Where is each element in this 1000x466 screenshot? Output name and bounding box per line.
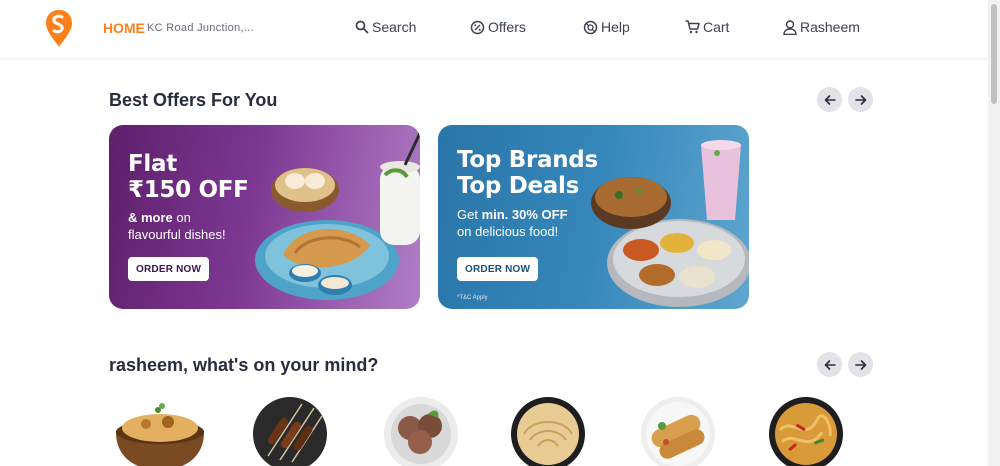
terms-note: *T&C Apply	[457, 295, 488, 301]
mind-item-ice-cream[interactable]	[372, 396, 468, 466]
offer-2-line1: Top Brands	[457, 147, 598, 173]
nav-offers[interactable]: Offers	[470, 19, 526, 35]
nav-search-label: Search	[372, 19, 417, 35]
offers-prev-button[interactable]	[817, 87, 842, 112]
paratha-platter-image	[255, 132, 420, 300]
offers-section-title: Best Offers For You	[109, 90, 278, 110]
offer-card-top-brands[interactable]: Top Brands Top Deals Get min. 30% OFF on…	[438, 125, 749, 309]
offer-card-flat-150[interactable]: Flat ₹150 OFF & more on flavourful dishe…	[109, 125, 420, 309]
offer-1-subtitle-line2: flavourful dishes!	[128, 227, 226, 242]
paratha-icon	[511, 397, 585, 466]
offer-1-subtitle: & more on	[128, 210, 191, 225]
nav-offers-label: Offers	[488, 19, 526, 35]
nav-user-label: Rasheem	[800, 19, 860, 35]
nav-user[interactable]: Rasheem	[783, 19, 860, 35]
mind-item-paratha[interactable]	[500, 396, 596, 466]
mind-prev-button[interactable]	[817, 352, 842, 377]
nav-help-label: Help	[601, 19, 630, 35]
arrow-left-icon	[824, 359, 836, 370]
nav-search[interactable]: Search	[355, 19, 416, 35]
mind-item-biryani[interactable]	[112, 396, 208, 466]
top-header: HOME KC Road Junction,... Search Offers …	[0, 0, 988, 58]
offer-2-subtitle: Get min. 30% OFF	[457, 207, 568, 222]
mind-item-roll[interactable]	[630, 396, 726, 466]
offers-icon	[470, 20, 485, 34]
offer-1-order-now-button[interactable]: ORDER NOW	[128, 257, 210, 281]
location-address[interactable]: KC Road Junction,...	[147, 22, 254, 34]
kebab-icon	[253, 397, 327, 466]
offer-1-line2: ₹150 OFF	[128, 177, 249, 203]
nav-cart[interactable]: Cart	[685, 19, 729, 35]
scrollbar-thumb[interactable]	[991, 4, 997, 104]
swiggy-logo-icon[interactable]	[46, 10, 72, 47]
home-label[interactable]: HOME	[103, 20, 145, 36]
offer-1-line1: Flat	[128, 151, 177, 177]
ice-cream-icon	[384, 397, 458, 466]
cart-icon	[685, 20, 700, 34]
arrow-left-icon	[824, 94, 836, 105]
user-icon	[783, 19, 797, 35]
arrow-right-icon	[854, 94, 866, 105]
page-scrollbar[interactable]	[988, 0, 1000, 466]
roll-icon	[641, 397, 715, 466]
mind-item-noodles[interactable]	[758, 396, 854, 466]
offer-2-subtitle-line2: on delicious food!	[457, 224, 559, 239]
mind-item-kebab[interactable]	[240, 396, 336, 466]
offer-2-line2: Top Deals	[457, 173, 579, 199]
noodles-icon	[769, 397, 843, 466]
nav-help[interactable]: Help	[583, 19, 630, 35]
offer-2-order-now-button[interactable]: ORDER NOW	[457, 257, 539, 281]
mind-next-button[interactable]	[848, 352, 873, 377]
mind-section-title: rasheem, what's on your mind?	[109, 355, 379, 375]
search-icon	[355, 20, 369, 34]
nav-cart-label: Cart	[703, 19, 730, 35]
offers-next-button[interactable]	[848, 87, 873, 112]
help-icon	[583, 20, 598, 34]
thali-platter-image	[591, 140, 749, 307]
arrow-right-icon	[854, 359, 866, 370]
biryani-icon	[116, 403, 204, 466]
